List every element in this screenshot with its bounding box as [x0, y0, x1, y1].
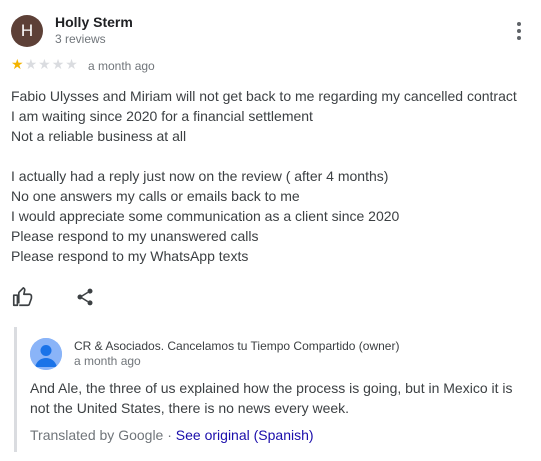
owner-reply-text: And Ale, the three of us explained how t… [30, 380, 513, 416]
translation-note: Translated by Google · See original (Spa… [30, 427, 314, 443]
thumbs-up-icon[interactable] [11, 286, 33, 308]
review-line: Not a reliable business at all [11, 128, 187, 144]
star-empty-icon: ★ [65, 56, 79, 72]
see-original-link[interactable]: See original (Spanish) [176, 427, 314, 443]
star-rating: ★★★★★ [11, 56, 79, 72]
review-line: Please respond to my WhatsApp texts [11, 248, 249, 264]
reviewer-avatar[interactable]: H [11, 15, 43, 47]
share-icon[interactable] [75, 287, 95, 307]
more-vert-icon[interactable] [511, 20, 527, 42]
review-text: Fabio Ulysses and Miriam will not get ba… [11, 86, 536, 266]
review-line: Please respond to my unanswered calls [11, 228, 259, 244]
review-line: I would appreciate some communication as… [11, 208, 400, 224]
star-filled-icon: ★ [11, 56, 25, 72]
owner-reply-time: a month ago [74, 354, 141, 368]
star-empty-icon: ★ [51, 56, 66, 72]
reviewer-name[interactable]: Holly Sterm [55, 14, 133, 30]
star-empty-icon: ★ [24, 56, 39, 72]
review-line: I am waiting since 2020 for a financial … [11, 108, 313, 124]
reply-divider [14, 327, 17, 452]
person-icon [30, 338, 62, 370]
review-line [11, 146, 536, 166]
review-line: Fabio Ulysses and Miriam will not get ba… [11, 88, 517, 104]
reviewer-review-count: 3 reviews [55, 32, 106, 46]
translated-label: Translated by Google [30, 427, 164, 443]
owner-name[interactable]: CR & Asociados. Cancelamos tu Tiempo Com… [74, 339, 399, 353]
translation-separator: · [167, 427, 172, 443]
review-line: I actually had a reply just now on the r… [11, 168, 389, 184]
review-time: a month ago [88, 59, 155, 73]
review-line: No one answers my calls or emails back t… [11, 188, 300, 204]
star-empty-icon: ★ [38, 56, 52, 72]
